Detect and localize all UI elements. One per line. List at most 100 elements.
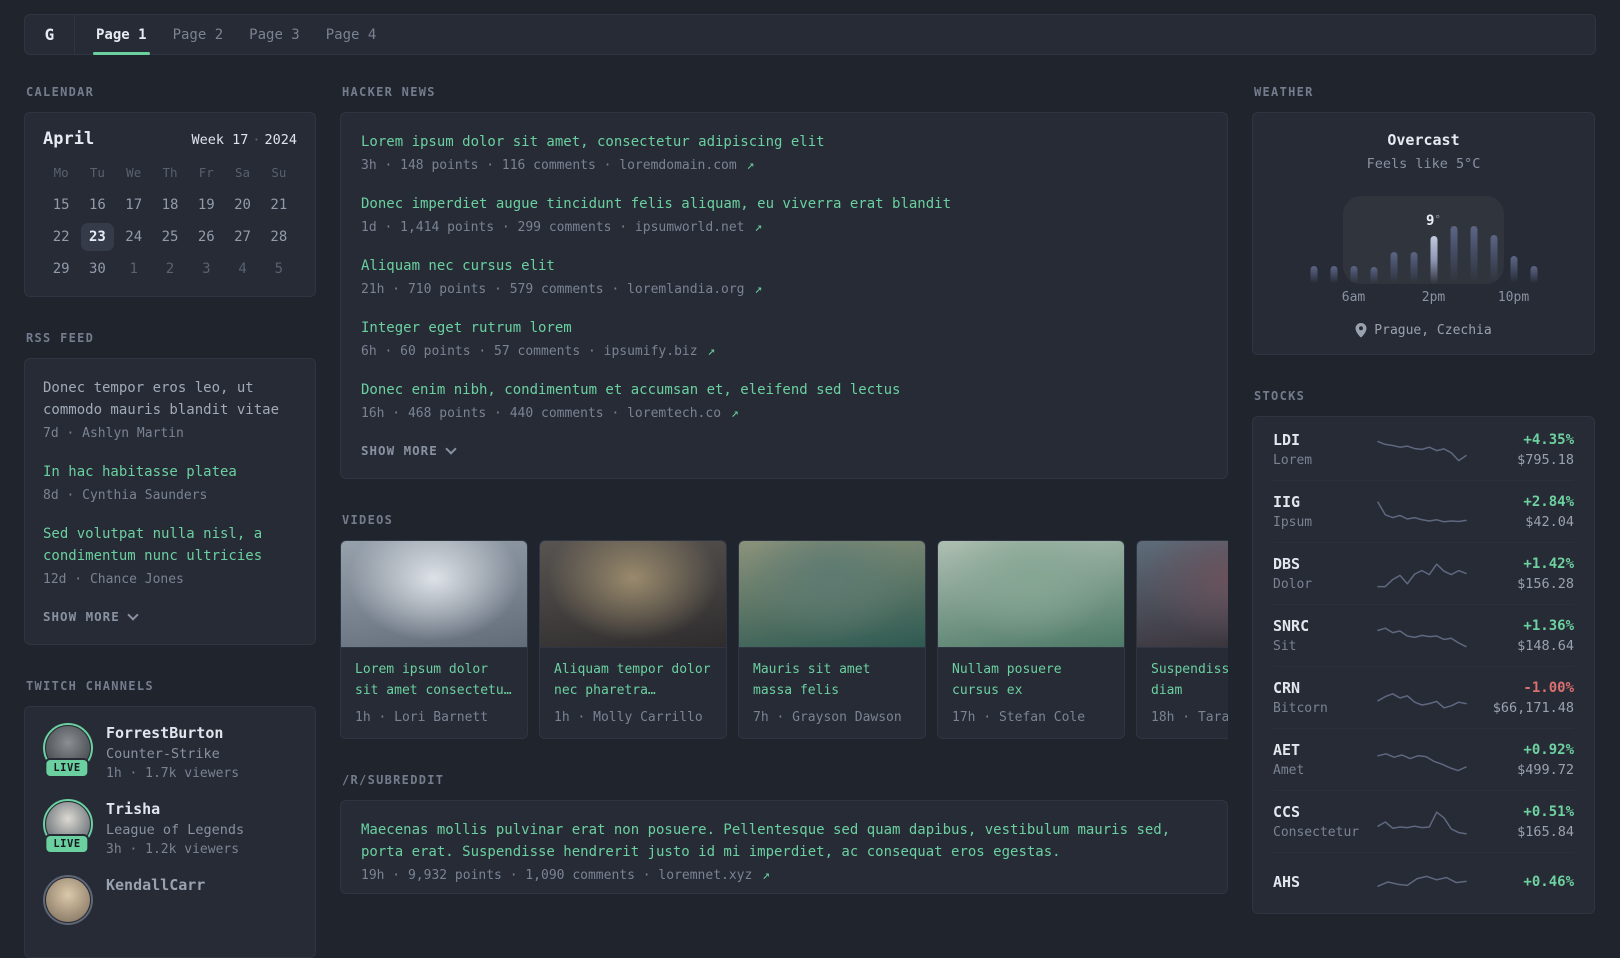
- weather-hourly-chart: 9°: [1304, 196, 1544, 284]
- calendar-week-label: Week 17: [191, 132, 249, 148]
- show-more-button[interactable]: SHOW MORE: [43, 609, 139, 624]
- stock-name: Dolor: [1273, 577, 1313, 592]
- stock-name: Bitcorn: [1273, 701, 1328, 716]
- weather-bar: [1410, 252, 1417, 284]
- video-card[interactable]: Mauris sit amet massa felis 7h · Grayson D…: [738, 540, 926, 739]
- calendar-day: 24: [125, 229, 143, 245]
- stock-ticker: SNRC: [1273, 617, 1310, 635]
- feed-item-title[interactable]: Donec imperdiet augue tincidunt felis al…: [361, 193, 1207, 215]
- videos-section-title: VIDEOS: [342, 513, 394, 527]
- stock-price: $148.64: [1517, 637, 1574, 654]
- stock-row: CRN Bitcorn -1.00% $66,171.48: [1273, 666, 1574, 728]
- feed-item-meta-text: 8d · Cynthia Saunders: [43, 488, 208, 503]
- calendar-month: April: [43, 129, 95, 149]
- weather-time-label: 6am: [1341, 290, 1366, 305]
- calendar-widget: April Week 17 · 2024 Mo Tu We Th Fr Sa Su 15 16 17 1…: [24, 112, 316, 297]
- feed-item-title[interactable]: Donec enim nibh, condimentum et accumsan…: [361, 379, 1207, 401]
- twitch-avatar-wrap: [43, 875, 93, 925]
- twitch-channel[interactable]: KendallCarr: [43, 875, 297, 925]
- feed-item-meta: 7d · Ashlyn Martin: [43, 426, 297, 441]
- calendar-day: 17: [125, 197, 143, 213]
- video-title-line: sit amet consectetu…: [355, 683, 512, 698]
- stock-name: Sit: [1273, 639, 1297, 654]
- video-title[interactable]: Lorem ipsum dolor sit amet consectetu…: [341, 648, 527, 701]
- stock-change-price: +0.92% $499.72: [1474, 742, 1574, 778]
- feed-item-title[interactable]: Sed volutpat nulla nisl, a condimentum n…: [43, 523, 297, 567]
- video-thumbnail[interactable]: [739, 541, 925, 648]
- video-thumbnail[interactable]: [1137, 541, 1228, 648]
- twitch-channel[interactable]: LIVE Trisha League of Legends 3h · 1.2k vie…: [43, 799, 297, 857]
- feed-item: Sed volutpat nulla nisl, a condimentum n…: [43, 507, 297, 591]
- calendar-year: 2024: [264, 132, 297, 148]
- feed-item-title[interactable]: Donec tempor eros leo, ut commodo mauris…: [43, 377, 297, 421]
- external-link-icon[interactable]: ↗: [747, 282, 762, 297]
- external-link-icon[interactable]: ↗: [739, 158, 755, 173]
- feed-item-title[interactable]: In hac habitasse platea: [43, 461, 297, 483]
- columns: CALENDAR April Week 17 · 2024 Mo Tu We Th Fr Sa…: [24, 85, 1596, 958]
- feed-item-title[interactable]: Integer eget rutrum lorem: [361, 317, 1207, 339]
- stock-info: AET Amet: [1273, 741, 1369, 778]
- calendar-weekday: Sa: [235, 165, 251, 180]
- feed-item-meta: 16h · 468 points · 440 comments · loremt…: [361, 406, 1207, 421]
- weather-bar-slot: [1364, 196, 1384, 284]
- feed-item-meta: 1d · 1,414 points · 299 comments · ipsum…: [361, 220, 1207, 235]
- calendar-day: 4: [238, 261, 247, 277]
- video-meta: 17h · Stefan Cole: [952, 710, 1086, 725]
- twitch-channel-name[interactable]: Trisha: [106, 800, 244, 818]
- twitch-channel[interactable]: LIVE ForrestBurton Counter-Strike 1h · 1.7k…: [43, 723, 297, 781]
- twitch-channel-name[interactable]: ForrestBurton: [106, 724, 239, 742]
- stock-info: CCS Consectetur: [1273, 803, 1369, 840]
- feed-item-title[interactable]: Maecenas mollis pulvinar erat non posuer…: [361, 819, 1207, 863]
- video-thumbnail[interactable]: [540, 541, 726, 648]
- calendar-day: 18: [161, 197, 179, 213]
- external-link-icon[interactable]: ↗: [747, 220, 762, 235]
- video-card[interactable]: Aliquam tempor dolor nec pharetra… 1h · Mo…: [539, 540, 727, 739]
- videos-carousel: Lorem ipsum dolor sit amet consectetu… 1h …: [340, 540, 1228, 739]
- calendar-day: 22: [52, 229, 70, 245]
- weather-bar: [1530, 266, 1537, 284]
- page-tabs: Page 1 Page 2 Page 3 Page 4: [75, 15, 390, 55]
- twitch-channel-name[interactable]: KendallCarr: [106, 876, 205, 894]
- stock-sparkline: [1369, 743, 1474, 777]
- chevron-down-icon: [445, 443, 457, 455]
- stock-price: $156.28: [1517, 575, 1574, 592]
- video-card[interactable]: Suspendisse diam 18h · Tara: [1136, 540, 1228, 739]
- avatar[interactable]: [46, 878, 90, 922]
- stock-row: SNRC Sit +1.36% $148.64: [1273, 604, 1574, 666]
- tab-page-4[interactable]: Page 4: [313, 15, 390, 54]
- video-title[interactable]: Suspendisse diam: [1137, 648, 1228, 701]
- feed-item-title[interactable]: Aliquam nec cursus elit: [361, 255, 1207, 277]
- weather-time-label: 2pm: [1421, 290, 1446, 305]
- tab-page-1[interactable]: Page 1: [83, 15, 160, 55]
- subreddit-section-title: /R/SUBREDDIT: [342, 773, 445, 787]
- external-link-icon[interactable]: ↗: [700, 344, 715, 359]
- stock-change: +0.46%: [1523, 874, 1574, 890]
- video-thumbnail[interactable]: [341, 541, 527, 648]
- weather-bar: [1390, 252, 1397, 284]
- weather-bar-slot: [1444, 196, 1464, 284]
- calendar-day: 15: [52, 197, 70, 213]
- feed-item-meta-text: 12d · Chance Jones: [43, 572, 184, 587]
- video-title[interactable]: Mauris sit amet massa felis: [739, 648, 925, 701]
- tab-page-3[interactable]: Page 3: [236, 15, 313, 54]
- video-title[interactable]: Aliquam tempor dolor nec pharetra…: [540, 648, 726, 701]
- feed-item-title[interactable]: Lorem ipsum dolor sit amet, consectetur …: [361, 131, 1207, 153]
- weather-bar: [1450, 225, 1457, 284]
- external-link-icon[interactable]: ↗: [723, 406, 739, 421]
- video-card[interactable]: Lorem ipsum dolor sit amet consectetu… 1h …: [340, 540, 528, 739]
- video-title[interactable]: Nullam posuere cursus ex: [938, 648, 1124, 701]
- video-card[interactable]: Nullam posuere cursus ex 17h · Stefan Cole: [937, 540, 1125, 739]
- weather-time-label: 10pm: [1497, 290, 1530, 305]
- video-meta: 7h · Grayson Dawson: [753, 710, 902, 725]
- calendar-section-title: CALENDAR: [26, 85, 95, 99]
- feed-item: In hac habitasse platea 8d · Cynthia Saun…: [43, 445, 297, 507]
- stock-name: Ipsum: [1273, 515, 1313, 530]
- calendar-weekday: Tu: [89, 165, 105, 180]
- feed-item: Donec tempor eros leo, ut commodo mauris…: [43, 361, 297, 445]
- external-link-icon[interactable]: ↗: [754, 868, 770, 883]
- video-thumbnail[interactable]: [938, 541, 1124, 648]
- show-more-button[interactable]: SHOW MORE: [361, 443, 457, 458]
- stock-change: +0.51%: [1523, 803, 1574, 820]
- stock-change-price: +4.35% $795.18: [1474, 432, 1574, 468]
- tab-page-2[interactable]: Page 2: [160, 15, 237, 54]
